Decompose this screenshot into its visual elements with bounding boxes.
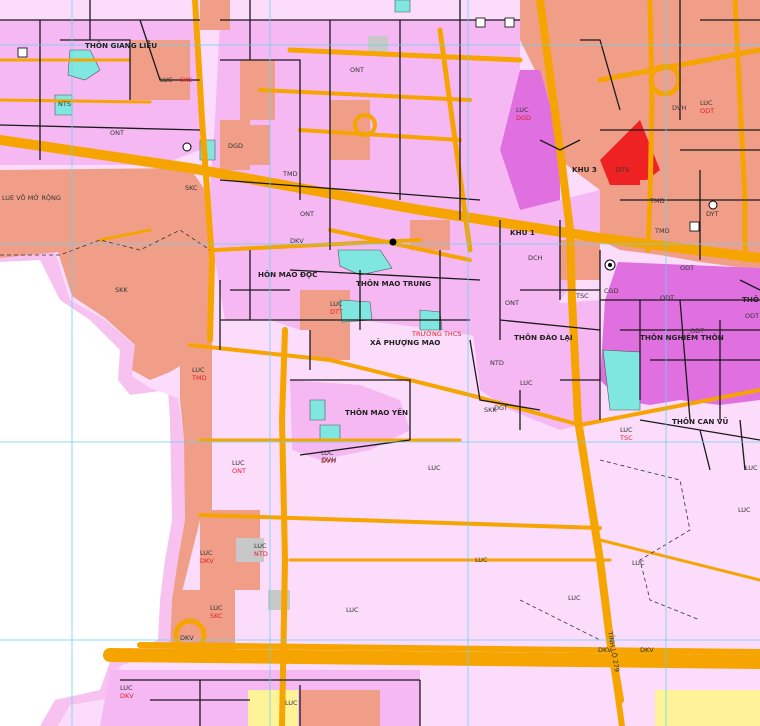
zone-code: LUC — [232, 459, 245, 467]
zone-code: ODT — [690, 327, 704, 335]
zone-code: LUC — [568, 594, 581, 602]
zone-code: LUC — [330, 300, 343, 308]
zone-code: LUC — [738, 506, 751, 514]
zone-sub: DGD — [516, 114, 531, 122]
place-label-mao-yen: THÔN MAO YÊN — [345, 408, 408, 417]
zone-code: SKK — [484, 406, 497, 414]
zone-code: LUC — [200, 549, 213, 557]
zone-code: CGD — [604, 287, 619, 295]
place-label-mao-trung: THÔN MAO TRUNG — [356, 279, 431, 288]
land-use-map[interactable]: THÔN GIANG LIỄU HÔN MAO ĐỘC THÔN MAO TRU… — [0, 0, 760, 726]
zone-code: LUC — [210, 604, 223, 612]
place-label-giang-lieu: THÔN GIANG LIỄU — [85, 40, 157, 50]
map-labels: THÔN GIANG LIỄU HÔN MAO ĐỘC THÔN MAO TRU… — [2, 40, 759, 707]
place-label-nghiem-thon: THÔN NGHIÊM THÔN — [640, 333, 724, 342]
zone-code: LUC — [120, 684, 133, 692]
zone-code: DCH — [528, 254, 543, 262]
zone-code: ODT — [680, 264, 694, 272]
zone-sub: TSC — [619, 434, 633, 442]
zone-code: ONT — [350, 66, 364, 74]
place-label-mao-doc: HÔN MAO ĐỘC — [258, 270, 317, 279]
zone-code: LUC — [745, 464, 758, 472]
zone-code: LUC — [285, 699, 298, 707]
zone-code: DYT — [706, 210, 719, 218]
zone-sub: DKV — [200, 557, 214, 565]
zone-code: TSC — [575, 292, 589, 300]
zone-code: LUC — [700, 99, 713, 107]
zone-code: ODT — [660, 294, 674, 302]
zone-code: DVH — [672, 104, 686, 112]
place-label-truong: TRƯỜNG THCS — [411, 329, 462, 338]
zone-code: SKC — [185, 184, 198, 192]
zone-code: LUC — [632, 559, 645, 567]
zone-sub: ODT — [700, 107, 714, 115]
zone-code: LUC — [620, 426, 633, 434]
zone-code: ODT — [745, 312, 759, 320]
zone-sub: NTD — [254, 550, 268, 558]
zone-code: DGD — [228, 142, 243, 150]
place-label-phuong-mao: XÃ PHƯỢNG MAO — [370, 338, 440, 347]
place-label-khu1: KHU 1 — [510, 228, 535, 237]
zone-code: ONT — [110, 129, 124, 137]
zone-code: TMD — [282, 170, 298, 178]
zone-sub: DKV — [120, 692, 134, 700]
zone-code: LUC — [475, 556, 488, 564]
zone-code: ONT — [505, 299, 519, 307]
zone-code: LUC — [192, 366, 205, 374]
zone-code: DTS — [616, 166, 629, 174]
zone-code: LUC — [516, 106, 529, 114]
zone-code: NTS — [58, 100, 71, 108]
zone-code: LUC — [520, 379, 533, 387]
zone-code: SKK — [115, 286, 128, 294]
zone-sub: SKC — [210, 612, 223, 620]
zone-code-group: ONT ONT ONT ONT SKK SKC DGD DVH DKV TMD … — [58, 66, 759, 707]
place-label-khu-vo: LUE VÕ MỞ RỘNG — [2, 192, 61, 202]
zone-code: LUC — [428, 464, 441, 472]
zone-sub: SKC — [180, 76, 193, 84]
place-label-dao-lai: THÔN ĐÀO LẠI — [514, 333, 573, 342]
zone-code: DKV — [598, 646, 612, 654]
zone-code: DKV — [290, 237, 304, 245]
zone-code: LUC — [254, 542, 267, 550]
zone-sub: DTT — [330, 308, 343, 316]
zone-sub: ONT — [232, 467, 246, 475]
zone-code: LUC — [346, 606, 359, 614]
place-label-edge: THÔ — [742, 295, 759, 304]
zone-code: DKV — [180, 634, 194, 642]
zone-code: DKV — [640, 646, 654, 654]
place-label-can-vu: THÔN CAN VŨ — [672, 417, 728, 426]
zone-code: TMD — [654, 227, 670, 235]
zone-code: NTD — [490, 359, 504, 367]
place-label-khu3: KHU 3 — [572, 165, 597, 174]
zone-code: TMD — [649, 197, 665, 205]
zone-code: LUC — [160, 76, 173, 84]
zone-code: ONT — [300, 210, 314, 218]
zone-sub: TMD — [191, 374, 207, 382]
zone-code: DVH — [322, 456, 336, 464]
